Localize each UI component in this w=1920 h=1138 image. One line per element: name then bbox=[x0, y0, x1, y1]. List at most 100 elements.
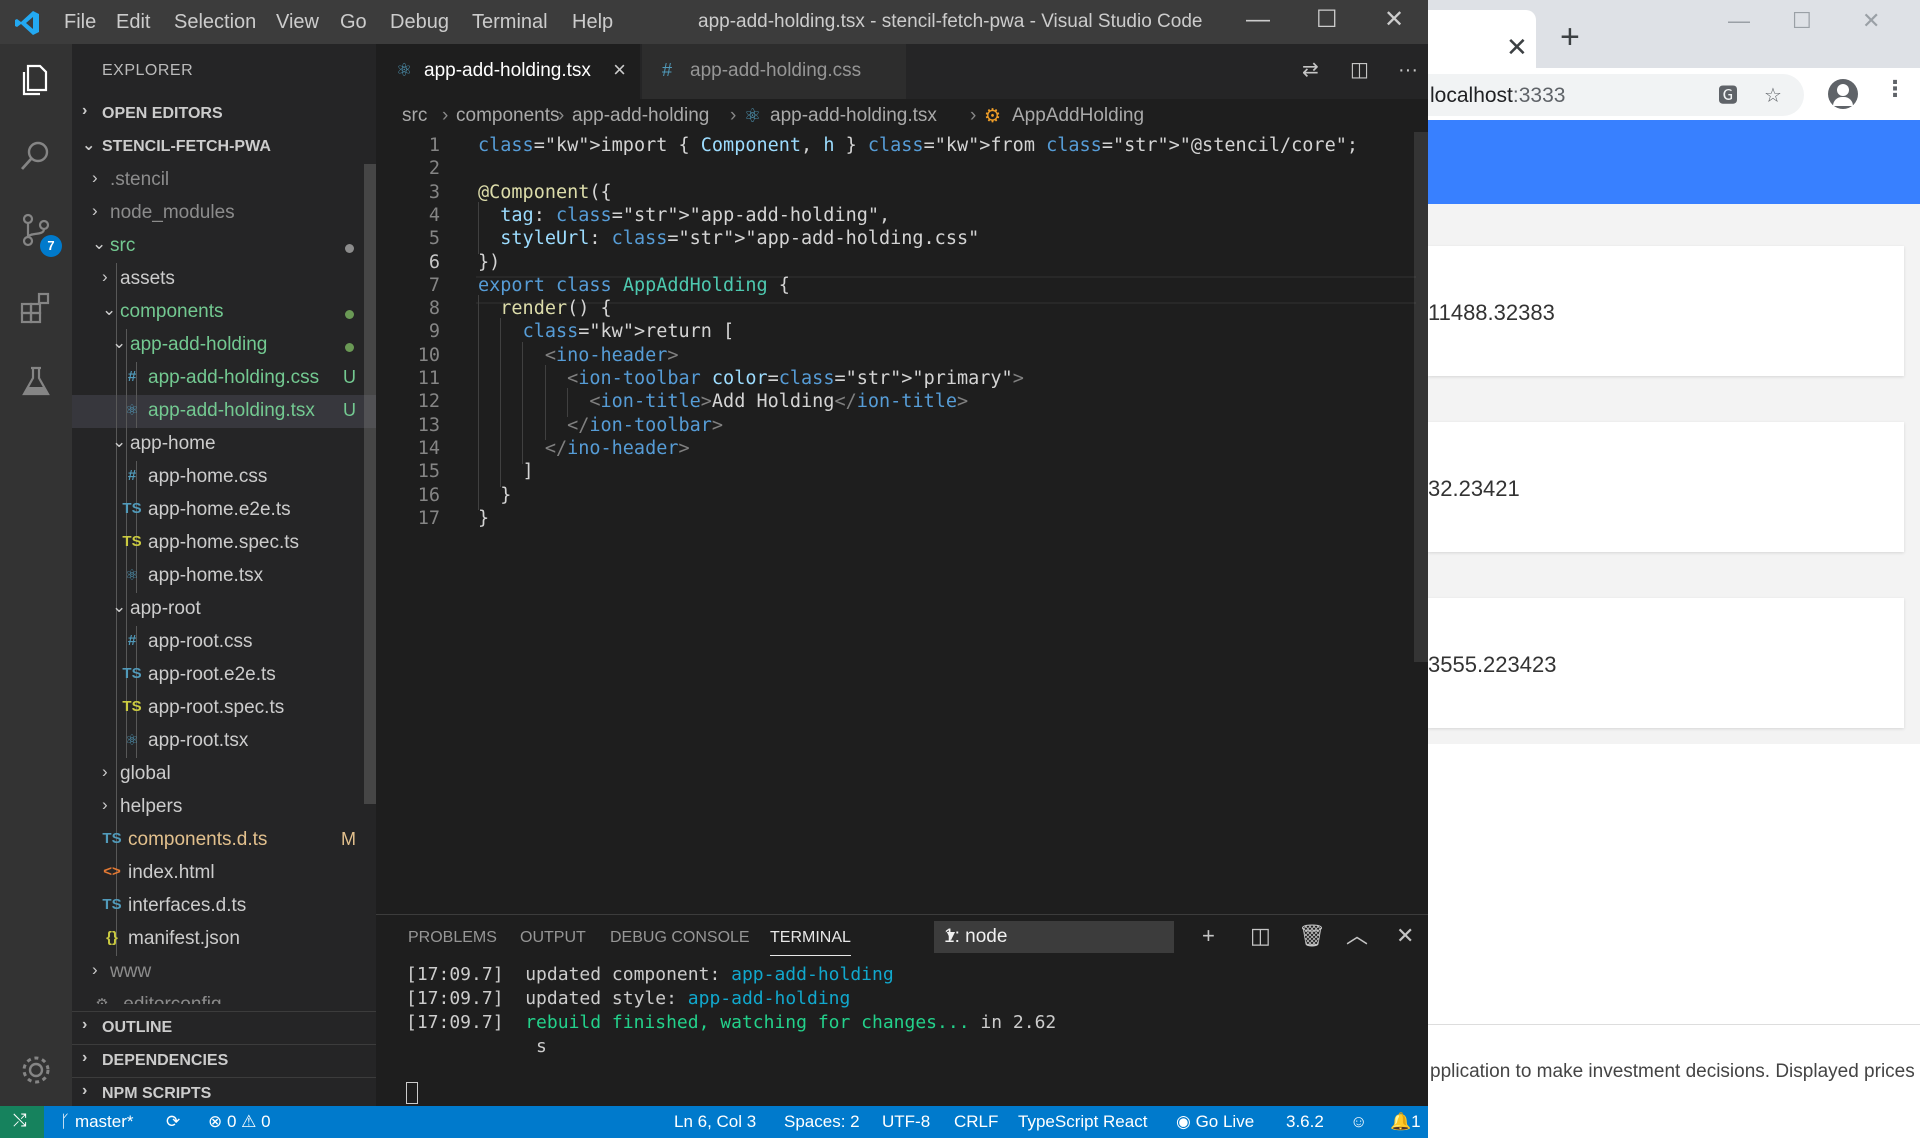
tree-file[interactable]: ⚙ .editorconfig bbox=[72, 989, 376, 1004]
tree-file[interactable]: # app-home.css bbox=[72, 461, 376, 494]
terminal-select[interactable]: 1: node ▼ bbox=[934, 921, 1174, 953]
search-icon[interactable] bbox=[18, 138, 54, 174]
tree-file[interactable]: TS app-root.e2e.ts bbox=[72, 659, 376, 692]
kebab-menu-icon[interactable]: ⋮ bbox=[1884, 78, 1906, 100]
more-actions-icon[interactable]: ··· bbox=[1398, 60, 1418, 80]
maximize-panel-icon[interactable]: ︿ bbox=[1346, 925, 1368, 947]
terminal-output[interactable]: [17:09.7] updated component: app-add-hol… bbox=[406, 963, 1056, 1059]
url-text[interactable]: localhost:3333 bbox=[1430, 84, 1565, 108]
notifications[interactable]: 🔔1 bbox=[1390, 1112, 1421, 1132]
tree-file[interactable]: TS app-root.spec.ts bbox=[72, 692, 376, 725]
tree-file[interactable]: ⚛ app-root.tsx bbox=[72, 725, 376, 758]
breadcrumb-item[interactable]: app-add-holding bbox=[572, 105, 709, 127]
breadcrumb-item[interactable]: AppAddHolding bbox=[1012, 105, 1144, 127]
compare-changes-icon[interactable]: ⇄ bbox=[1302, 60, 1319, 80]
project-section[interactable]: ⌄ STENCIL-FETCH-PWA bbox=[72, 131, 376, 164]
tab-app-add-holding-css[interactable]: # app-add-holding.css bbox=[642, 44, 906, 99]
tree-file[interactable]: {} manifest.json bbox=[72, 923, 376, 956]
panel-tab-problems[interactable]: PROBLEMS bbox=[408, 929, 497, 947]
close-panel-icon[interactable]: ✕ bbox=[1396, 925, 1414, 947]
sync-icon[interactable]: ⟳ bbox=[166, 1112, 180, 1132]
translate-icon[interactable]: 🅶 bbox=[1718, 86, 1738, 106]
panel-tab-debug-console[interactable]: DEBUG CONSOLE bbox=[610, 929, 750, 947]
tree-folder[interactable]: ⌄ app-root bbox=[72, 593, 376, 626]
tree-folder[interactable]: ⌄ app-add-holding bbox=[72, 329, 376, 362]
new-tab-icon[interactable]: + bbox=[1560, 20, 1580, 54]
close-tab-icon[interactable]: ✕ bbox=[1506, 34, 1528, 60]
profile-avatar-icon[interactable] bbox=[1828, 79, 1858, 109]
trash-icon[interactable]: 🗑 bbox=[1298, 925, 1326, 947]
breadcrumb-item[interactable]: src bbox=[402, 105, 427, 127]
breadcrumb-item[interactable]: components bbox=[456, 105, 560, 127]
cursor-position[interactable]: Ln 6, Col 3 bbox=[674, 1112, 756, 1132]
indentation[interactable]: Spaces: 2 bbox=[784, 1112, 860, 1132]
editor-scrollbar[interactable] bbox=[1414, 132, 1428, 662]
tree-file[interactable]: TS interfaces.d.ts bbox=[72, 890, 376, 923]
tree-file[interactable]: TS app-home.spec.ts bbox=[72, 527, 376, 560]
open-editors-section[interactable]: › OPEN EDITORS bbox=[72, 98, 376, 131]
maximize-icon[interactable]: ☐ bbox=[1792, 8, 1812, 34]
panel-tab-terminal[interactable]: TERMINAL bbox=[770, 929, 851, 956]
remote-indicator-icon[interactable]: ⤭ bbox=[0, 1106, 44, 1138]
feedback-smiley-icon[interactable]: ☺ bbox=[1350, 1112, 1367, 1132]
tree-file[interactable]: ⚛ app-home.tsx bbox=[72, 560, 376, 593]
css-file-icon: # bbox=[127, 467, 137, 484]
tree-file[interactable]: TS app-home.e2e.ts bbox=[72, 494, 376, 527]
maximize-icon[interactable]: ☐ bbox=[1316, 8, 1338, 32]
code-editor[interactable]: 1 class="kw">import { Component, h } clas… bbox=[376, 132, 1416, 612]
star-icon[interactable]: ☆ bbox=[1764, 86, 1782, 106]
menu-selection[interactable]: Selection bbox=[174, 11, 256, 34]
ts-version[interactable]: 3.6.2 bbox=[1286, 1112, 1324, 1132]
settings-gear-icon[interactable] bbox=[18, 1052, 54, 1088]
terminal-text: updated style: bbox=[525, 988, 688, 1009]
line-ending[interactable]: CRLF bbox=[954, 1112, 998, 1132]
sidebar-scrollbar[interactable] bbox=[364, 164, 376, 804]
menu-help[interactable]: Help bbox=[572, 11, 613, 34]
language-mode[interactable]: TypeScript React bbox=[1018, 1112, 1147, 1132]
tree-folder[interactable]: ⌄ app-home bbox=[72, 428, 376, 461]
close-window-icon[interactable]: ✕ bbox=[1862, 8, 1880, 34]
tree-folder[interactable]: › global bbox=[72, 758, 376, 791]
tree-folder[interactable]: ⌄ src bbox=[72, 230, 376, 263]
tree-folder[interactable]: › assets bbox=[72, 263, 376, 296]
tree-folder[interactable]: › node_modules bbox=[72, 197, 376, 230]
explorer-files-icon[interactable] bbox=[18, 62, 54, 98]
holding-card[interactable]: 32.23421 bbox=[1428, 422, 1904, 552]
tree-folder[interactable]: ⌄ components bbox=[72, 296, 376, 329]
menu-debug[interactable]: Debug bbox=[390, 11, 449, 34]
tree-file[interactable]: ⚛ app-add-holding.tsx U bbox=[72, 395, 376, 428]
holding-card[interactable]: 11488.32383 bbox=[1428, 246, 1904, 376]
tab-app-add-holding-tsx[interactable]: ⚛ app-add-holding.tsx × bbox=[376, 44, 640, 99]
tree-file[interactable]: TS components.d.ts M bbox=[72, 824, 376, 857]
outline-section[interactable]: › OUTLINE bbox=[72, 1011, 376, 1044]
extensions-icon[interactable] bbox=[18, 290, 54, 326]
menu-terminal[interactable]: Terminal bbox=[472, 11, 548, 34]
menu-file[interactable]: File bbox=[64, 11, 96, 34]
tree-folder[interactable]: › .stencil bbox=[72, 164, 376, 197]
holding-card[interactable]: 3555.223423 bbox=[1428, 598, 1904, 728]
close-tab-icon[interactable]: × bbox=[613, 57, 626, 83]
new-terminal-icon[interactable]: + bbox=[1202, 925, 1215, 947]
breadcrumb-item[interactable]: app-add-holding.tsx bbox=[770, 105, 937, 127]
problems-indicator[interactable]: ⊗ 0 ⚠ 0 bbox=[208, 1112, 271, 1132]
tree-folder[interactable]: › www bbox=[72, 956, 376, 989]
tree-file[interactable]: # app-root.css bbox=[72, 626, 376, 659]
minimize-icon[interactable]: — bbox=[1728, 8, 1750, 34]
address-bar[interactable]: localhost:3333 🅶 ☆ bbox=[1428, 74, 1804, 116]
split-editor-icon[interactable]: ◫ bbox=[1350, 60, 1369, 80]
menu-go[interactable]: Go bbox=[340, 11, 367, 34]
minimize-icon[interactable]: — bbox=[1246, 8, 1270, 32]
git-branch[interactable]: ᚴ master* bbox=[60, 1112, 134, 1132]
tree-file[interactable]: <> index.html bbox=[72, 857, 376, 890]
close-window-icon[interactable]: ✕ bbox=[1384, 8, 1404, 32]
menu-edit[interactable]: Edit bbox=[116, 11, 150, 34]
test-flask-icon[interactable] bbox=[18, 364, 54, 400]
encoding[interactable]: UTF-8 bbox=[882, 1112, 930, 1132]
dependencies-section[interactable]: › DEPENDENCIES bbox=[72, 1044, 376, 1077]
menu-view[interactable]: View bbox=[276, 11, 319, 34]
tree-file[interactable]: # app-add-holding.css U bbox=[72, 362, 376, 395]
split-terminal-icon[interactable]: ◫ bbox=[1250, 925, 1271, 947]
go-live-button[interactable]: ◉ Go Live bbox=[1176, 1112, 1254, 1132]
panel-tab-output[interactable]: OUTPUT bbox=[520, 929, 586, 947]
tree-folder[interactable]: › helpers bbox=[72, 791, 376, 824]
